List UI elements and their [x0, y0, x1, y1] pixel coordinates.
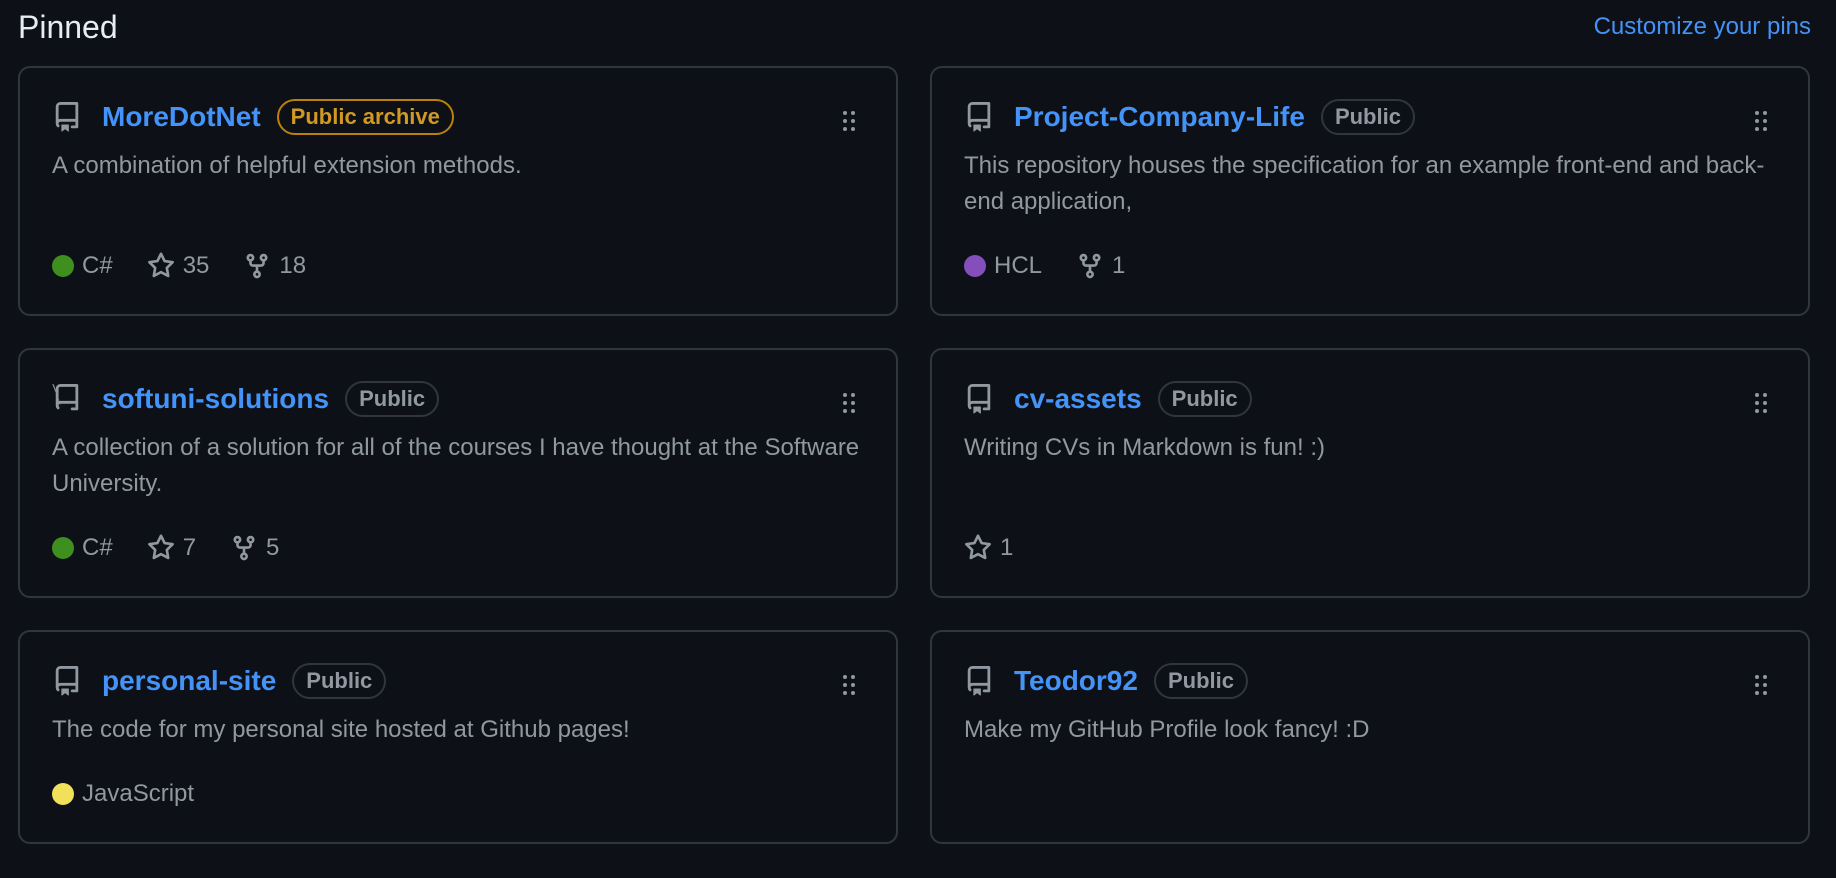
pinned-header: Pinned Customize your pins — [18, 0, 1811, 54]
stars-count: 35 — [182, 252, 210, 279]
language-color-dot — [52, 783, 74, 805]
repo-language: HCL — [964, 252, 1042, 280]
repo-meta: C# 35 18 — [52, 252, 340, 280]
repo-name-link[interactable]: personal-site — [102, 665, 276, 697]
drag-handle-icon[interactable] — [842, 392, 856, 414]
repo-language: JavaScript — [52, 780, 194, 808]
language-color-dot — [52, 255, 74, 277]
repo-description: Writing CVs in Markdown is fun! :) — [964, 434, 1325, 461]
card-header: cv-assets Public — [964, 378, 1774, 420]
repo-description: A collection of a solution for all of th… — [52, 434, 860, 497]
pinned-repo-card: Project-Company-Life Public This reposit… — [930, 66, 1810, 316]
repo-meta: JavaScript — [52, 780, 228, 808]
forks-link[interactable]: 5 — [230, 534, 279, 562]
card-header: MoreDotNet Public archive — [52, 96, 862, 138]
forks-link[interactable]: 18 — [243, 252, 306, 280]
fork-icon — [246, 253, 268, 279]
visibility-badge: Public — [1153, 663, 1248, 699]
language-label: C# — [82, 252, 113, 279]
forks-count: 1 — [1112, 252, 1126, 279]
repo-name-link[interactable]: MoreDotNet — [102, 101, 261, 133]
forks-count: 18 — [279, 252, 307, 279]
section-title: Pinned — [18, 8, 118, 45]
repo-icon — [964, 666, 994, 696]
pinned-repo-card: Teodor92 Public Make my GitHub Profile l… — [930, 630, 1810, 844]
stars-count: 1 — [1000, 534, 1014, 561]
pinned-grid: MoreDotNet Public archive A combination … — [18, 66, 1810, 844]
stars-count: 7 — [182, 534, 197, 561]
star-icon — [147, 252, 174, 278]
drag-handle-icon[interactable] — [1754, 110, 1768, 132]
repo-name-link[interactable]: Project-Company-Life — [1014, 101, 1305, 133]
pinned-repo-card: personal-site Public The code for my per… — [18, 630, 898, 844]
star-icon — [147, 534, 174, 560]
visibility-badge: Public — [292, 663, 387, 699]
repo-icon — [964, 384, 994, 414]
drag-handle-icon[interactable] — [842, 674, 856, 696]
fork-icon — [1079, 253, 1101, 279]
repo-meta: C# 7 5 — [52, 534, 313, 562]
repo-name-link[interactable]: cv-assets — [1014, 383, 1142, 415]
visibility-badge: Public — [345, 381, 440, 417]
forks-count: 5 — [266, 534, 280, 561]
repo-meta: 1 — [964, 534, 1047, 562]
drag-handle-icon[interactable] — [842, 110, 856, 132]
repo-description: Make my GitHub Profile look fancy! :D — [964, 716, 1370, 743]
repo-description: This repository houses the specification… — [964, 152, 1765, 215]
fork-icon — [233, 535, 255, 561]
stars-link[interactable]: 35 — [147, 252, 210, 280]
pinned-repo-card: MoreDotNet Public archive A combination … — [18, 66, 898, 316]
repo-icon — [52, 384, 82, 414]
card-header: Project-Company-Life Public — [964, 96, 1774, 138]
repo-description: A combination of helpful extension metho… — [52, 152, 522, 179]
repo-meta: HCL 1 — [964, 252, 1159, 280]
repo-icon — [52, 102, 82, 132]
language-label: JavaScript — [82, 780, 195, 807]
visibility-badge: Public archive — [276, 99, 454, 135]
forks-link[interactable]: 1 — [1076, 252, 1125, 280]
visibility-badge: Public — [1157, 381, 1252, 417]
language-label: HCL — [994, 252, 1043, 279]
stars-link[interactable]: 7 — [147, 534, 196, 562]
repo-description: The code for my personal site hosted at … — [52, 716, 630, 743]
stars-link[interactable]: 1 — [964, 534, 1013, 562]
visibility-badge: Public — [1320, 99, 1415, 135]
card-header: personal-site Public — [52, 660, 862, 702]
repo-language: C# — [52, 252, 113, 280]
language-color-dot — [964, 255, 986, 277]
star-icon — [965, 534, 991, 560]
repo-icon — [964, 102, 994, 132]
drag-handle-icon[interactable] — [1754, 674, 1768, 696]
drag-handle-icon[interactable] — [1754, 392, 1768, 414]
language-label: C# — [82, 534, 113, 561]
card-header: softuni-solutions Public — [52, 378, 862, 420]
repo-name-link[interactable]: Teodor92 — [1014, 665, 1138, 697]
repo-icon — [52, 666, 82, 696]
customize-pins-link[interactable]: Customize your pins — [1594, 13, 1811, 41]
pinned-repo-card: softuni-solutions Public A collection of… — [18, 348, 898, 598]
language-color-dot — [52, 537, 74, 559]
repo-name-link[interactable]: softuni-solutions — [102, 383, 329, 415]
card-header: Teodor92 Public — [964, 660, 1774, 702]
pinned-repo-card: cv-assets Public Writing CVs in Markdown… — [930, 348, 1810, 598]
repo-language: C# — [52, 534, 113, 562]
